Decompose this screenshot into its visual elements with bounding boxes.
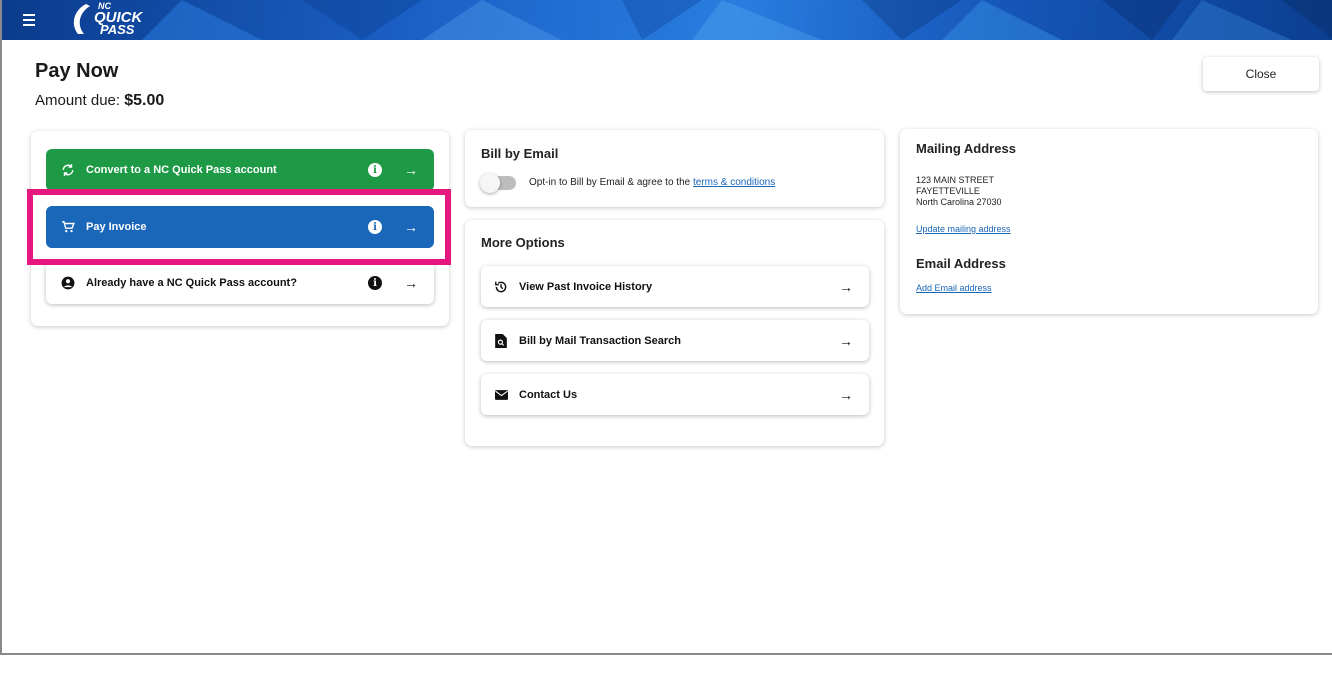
existing-account-button[interactable]: Already have a NC Quick Pass account? i … [46, 262, 434, 304]
document-search-icon [493, 333, 509, 348]
convert-account-label: Convert to a NC Quick Pass account [86, 164, 277, 176]
contact-us-label: Contact Us [519, 388, 578, 401]
logo-pass-text: PASS [100, 22, 135, 37]
email-address-title: Email Address [916, 256, 1006, 271]
address-line-1: 123 MAIN STREET [916, 175, 995, 185]
hamburger-menu-icon[interactable] [20, 8, 42, 30]
arrow-right-icon: → [839, 332, 853, 349]
info-icon[interactable]: i [368, 276, 382, 290]
amount-due-label: Amount due: [35, 92, 121, 109]
more-options-card: More Options View Past Invoice History →… [465, 220, 884, 446]
bill-by-email-card: Bill by Email Opt-in to Bill by Email & … [465, 130, 884, 207]
mailing-address-title: Mailing Address [916, 141, 1016, 156]
bill-by-mail-search-button[interactable]: Bill by Mail Transaction Search → [481, 320, 869, 361]
address-line-2: FAYETTEVILLE [916, 186, 980, 196]
convert-account-button[interactable]: Convert to a NC Quick Pass account i → [46, 149, 434, 191]
arrow-right-icon: → [839, 386, 853, 403]
top-bar: NC QUICK PASS [2, 0, 1332, 40]
existing-account-label: Already have a NC Quick Pass account? [86, 277, 297, 289]
contact-us-button[interactable]: Contact Us → [481, 374, 869, 415]
terms-link[interactable]: terms & conditions [693, 177, 775, 188]
app-frame: NC QUICK PASS Pay Now Amount due: $5.00 … [0, 0, 1332, 655]
amount-due-value: $5.00 [124, 92, 165, 109]
close-button[interactable]: Close [1203, 57, 1319, 91]
arrow-right-icon: → [404, 275, 418, 291]
update-mailing-address-link[interactable]: Update mailing address [916, 224, 1011, 234]
address-line-3: North Carolina 27030 [916, 197, 1002, 207]
nc-quick-pass-logo[interactable]: NC QUICK PASS [64, 0, 174, 38]
account-circle-icon [60, 275, 76, 291]
bill-by-email-title: Bill by Email [481, 146, 559, 161]
envelope-icon [493, 389, 509, 400]
bill-by-mail-search-label: Bill by Mail Transaction Search [519, 334, 681, 347]
page-title: Pay Now [35, 60, 119, 82]
arrow-right-icon: → [404, 162, 418, 178]
more-options-title: More Options [481, 235, 565, 250]
past-invoice-history-button[interactable]: View Past Invoice History → [481, 266, 869, 307]
refresh-icon [60, 162, 76, 178]
past-invoice-history-label: View Past Invoice History [519, 280, 653, 293]
amount-due: Amount due: $5.00 [35, 92, 164, 110]
bill-by-email-toggle[interactable] [480, 173, 516, 193]
optin-label: Opt-in to Bill by Email & agree to the [529, 177, 691, 188]
info-icon[interactable]: i [368, 163, 382, 177]
header-background-pattern [142, 0, 1332, 40]
pay-invoice-highlight [27, 189, 451, 265]
add-email-address-link[interactable]: Add Email address [916, 283, 992, 293]
mailing-address-card: Mailing Address 123 MAIN STREET FAYETTEV… [900, 129, 1318, 314]
history-icon [493, 280, 509, 294]
optin-text: Opt-in to Bill by Email & agree to the t… [529, 177, 775, 188]
arrow-right-icon: → [839, 278, 853, 295]
